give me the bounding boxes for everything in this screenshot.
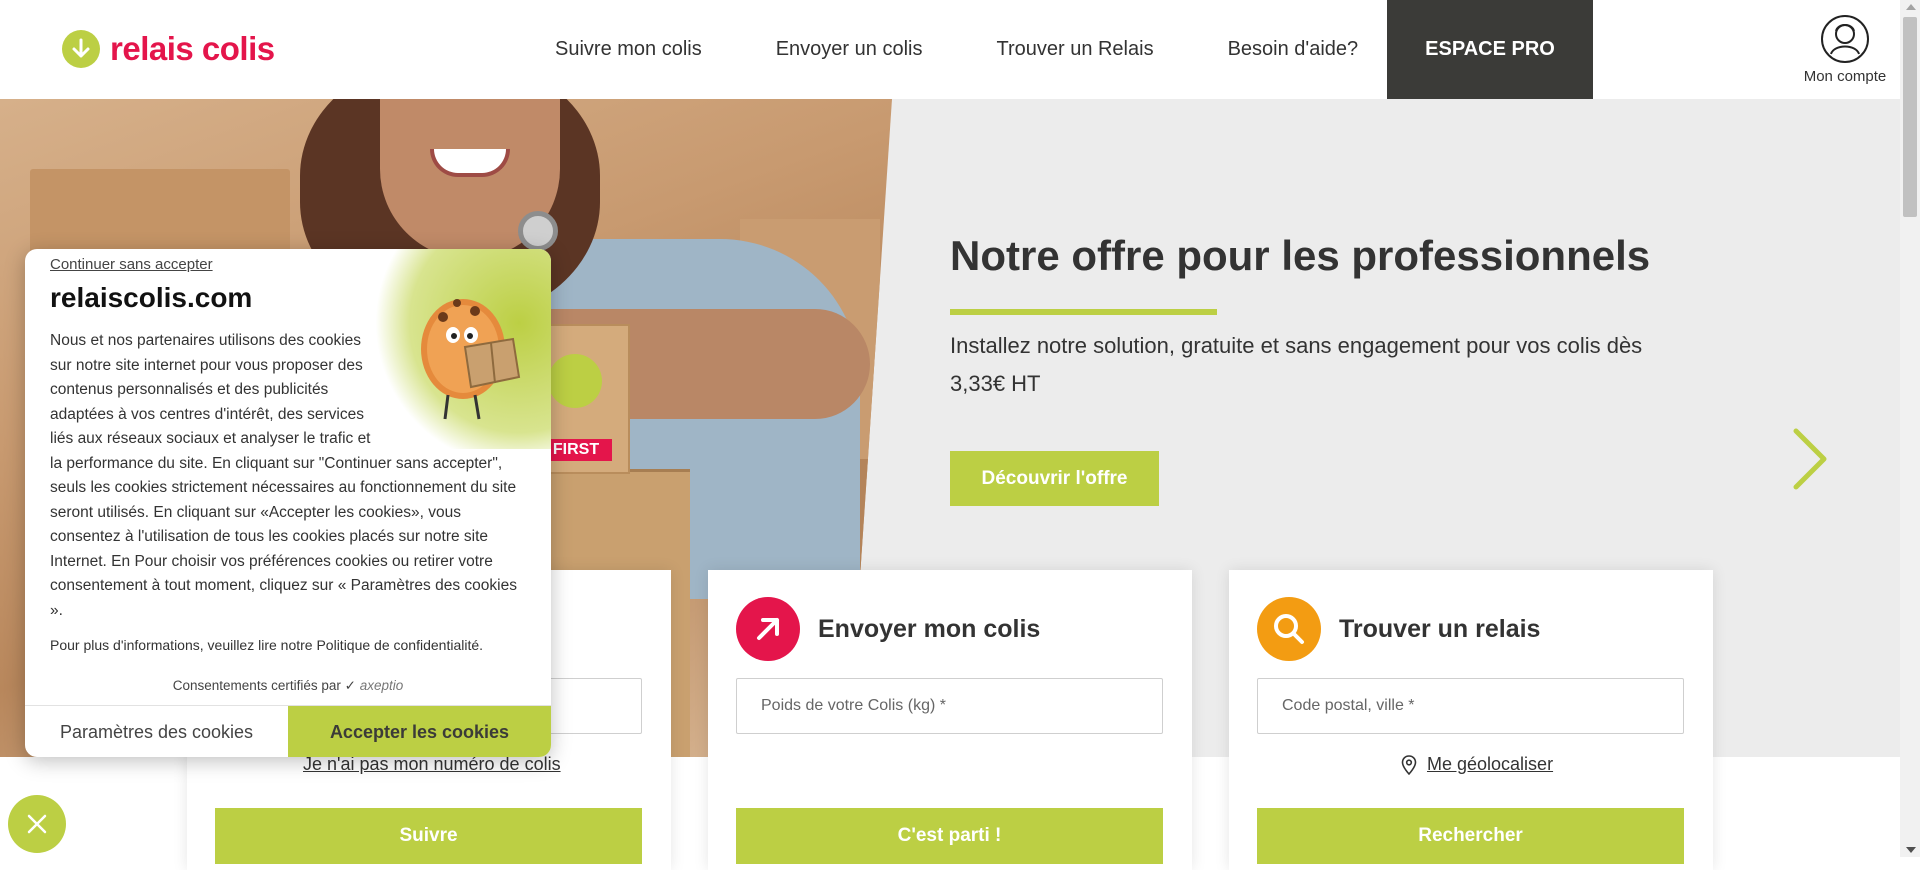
cookie-text-part-1: Nous et nos partenaires utilisons des co… xyxy=(50,332,371,447)
box-logo-icon xyxy=(548,354,602,408)
chevron-right-icon[interactable] xyxy=(1790,427,1830,491)
continue-without-accepting-link[interactable]: Continuer sans accepter xyxy=(50,256,213,273)
cookie-consent-dialog: Continuer sans accepter relaiscolis.com … xyxy=(25,249,551,757)
close-icon xyxy=(27,814,47,834)
nav-item-aide[interactable]: Besoin d'aide? xyxy=(1191,0,1396,99)
send-card: Envoyer mon colis Poids de votre Colis (… xyxy=(708,570,1192,870)
geolocate-label: Me géolocaliser xyxy=(1427,754,1554,774)
axeptio-brand[interactable]: axeptio xyxy=(360,678,404,693)
user-icon xyxy=(1821,15,1869,63)
download-arrow-icon xyxy=(62,30,100,68)
hero-title: Notre offre pour les professionnels xyxy=(950,232,1651,279)
account-label: Mon compte xyxy=(1803,68,1887,85)
search-icon xyxy=(1257,597,1321,661)
decouvrir-offre-button[interactable]: Découvrir l'offre xyxy=(950,451,1159,506)
geolocate-link[interactable]: Me géolocaliser xyxy=(1401,754,1553,775)
nav-item-trouver[interactable]: Trouver un Relais xyxy=(959,0,1190,99)
logo-text: relais colis xyxy=(110,30,275,67)
accept-cookies-button[interactable]: Accepter les cookies xyxy=(288,706,551,757)
hero-underline xyxy=(950,309,1217,315)
rechercher-button[interactable]: Rechercher xyxy=(1257,808,1684,864)
certified-prefix: Consentements certifiés par xyxy=(172,678,341,693)
privacy-policy-text: Pour plus d'informations, veuillez lire … xyxy=(50,637,484,653)
arrow-up-right-icon xyxy=(736,597,800,661)
account-button[interactable]: Mon compte xyxy=(1795,14,1895,86)
espace-pro-button[interactable]: ESPACE PRO xyxy=(1387,0,1593,99)
page-scrollbar[interactable] xyxy=(1900,0,1920,857)
nav-item-envoyer[interactable]: Envoyer un colis xyxy=(739,0,960,99)
cookie-dialog-text: Nous et nos partenaires utilisons des co… xyxy=(50,329,530,623)
send-card-title: Envoyer mon colis xyxy=(818,614,1041,643)
cookie-text-part-2: la performance du site. En cliquant sur … xyxy=(50,454,517,619)
cookie-settings-button[interactable]: Paramètres des cookies xyxy=(25,706,288,757)
watch-image xyxy=(518,211,558,251)
cookie-dialog-title: relaiscolis.com xyxy=(50,282,253,313)
nav-item-suivre[interactable]: Suivre mon colis xyxy=(518,0,739,99)
cookie-dialog-footer: Paramètres des cookies Accepter les cook… xyxy=(25,705,551,757)
postal-code-input[interactable]: Code postal, ville * xyxy=(1257,678,1684,734)
weight-input[interactable]: Poids de votre Colis (kg) * xyxy=(736,678,1163,734)
scrollbar-thumb[interactable] xyxy=(1903,17,1917,217)
certified-by: Consentements certifiés par ✓ axeptio xyxy=(25,678,551,694)
find-card: Trouver un relais Code postal, ville * M… xyxy=(1229,570,1713,870)
site-logo[interactable]: relais colis xyxy=(62,30,275,68)
location-pin-icon xyxy=(1401,754,1417,775)
find-card-title: Trouver un relais xyxy=(1339,614,1541,643)
hero-description: Installez notre solution, gratuite et sa… xyxy=(950,333,1643,396)
close-cookie-widget-button[interactable] xyxy=(8,795,66,853)
cest-parti-button[interactable]: C'est parti ! xyxy=(736,808,1163,864)
check-icon: ✓ xyxy=(344,678,356,693)
scroll-down-arrow-icon[interactable] xyxy=(1906,847,1916,853)
site-header: relais colis Suivre mon colis Envoyer un… xyxy=(0,0,1900,99)
no-tracking-number-link[interactable]: Je n'ai pas mon numéro de colis xyxy=(303,754,561,775)
suivre-button[interactable]: Suivre xyxy=(215,808,642,864)
main-nav: Suivre mon colis Envoyer un colis Trouve… xyxy=(518,0,1395,99)
scroll-up-arrow-icon[interactable] xyxy=(1906,4,1916,10)
